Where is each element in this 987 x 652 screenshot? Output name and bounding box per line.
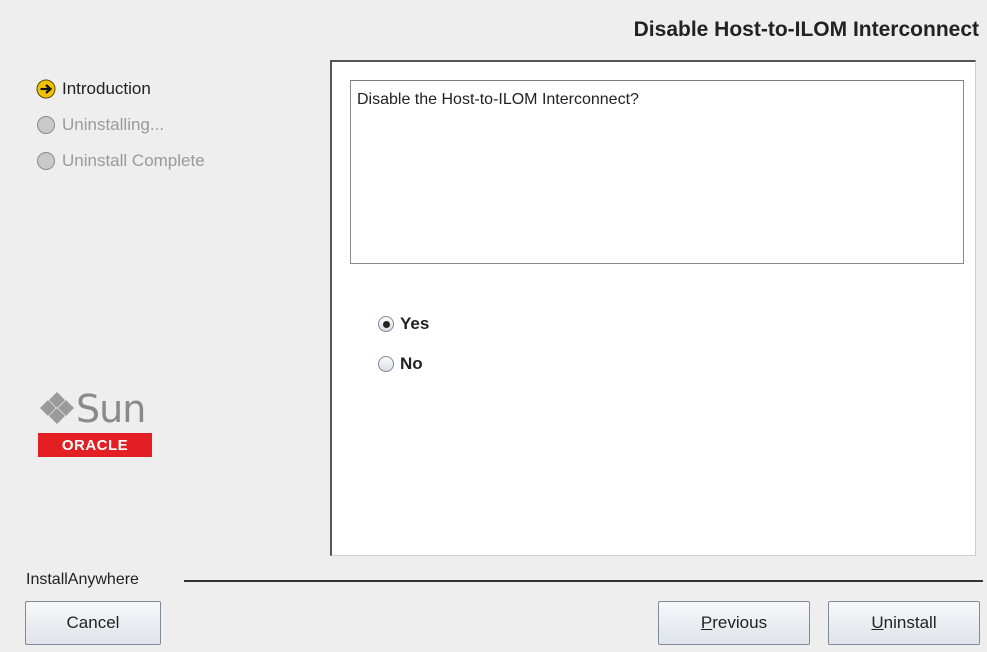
uninstall-button[interactable]: Uninstall	[828, 601, 980, 645]
content-panel: Disable the Host-to-ILOM Interconnect? Y…	[330, 60, 976, 556]
circle-icon	[36, 151, 56, 171]
step-label: Uninstall Complete	[62, 151, 205, 170]
sun-oracle-logo: Sun ORACLE	[36, 387, 156, 462]
previous-button[interactable]: Previous	[658, 601, 810, 645]
circle-icon	[36, 115, 56, 135]
radio-button-selected[interactable]	[378, 316, 394, 332]
step-uninstall-complete: Uninstall Complete	[36, 150, 205, 172]
radio-label: No	[400, 354, 423, 373]
page-title: Disable Host-to-ILOM Interconnect	[633, 18, 979, 41]
step-uninstalling: Uninstalling...	[36, 114, 164, 136]
oracle-logo: ORACLE	[38, 433, 152, 457]
radio-label: Yes	[400, 314, 430, 333]
cancel-button[interactable]: Cancel	[25, 601, 161, 645]
radio-no[interactable]: No	[378, 354, 423, 374]
installanywhere-label: InstallAnywhere	[26, 571, 139, 588]
footer-divider	[184, 580, 983, 582]
sun-logo-text: Sun	[76, 387, 146, 431]
radio-yes[interactable]: Yes	[378, 314, 429, 334]
step-introduction: Introduction	[36, 78, 151, 100]
step-label: Introduction	[62, 79, 151, 98]
step-label: Uninstalling...	[62, 115, 165, 134]
question-text: Disable the Host-to-ILOM Interconnect?	[350, 80, 964, 264]
sun-diamond-icon	[40, 392, 74, 424]
radio-button[interactable]	[378, 356, 394, 372]
arrow-right-circle-icon	[36, 79, 56, 99]
